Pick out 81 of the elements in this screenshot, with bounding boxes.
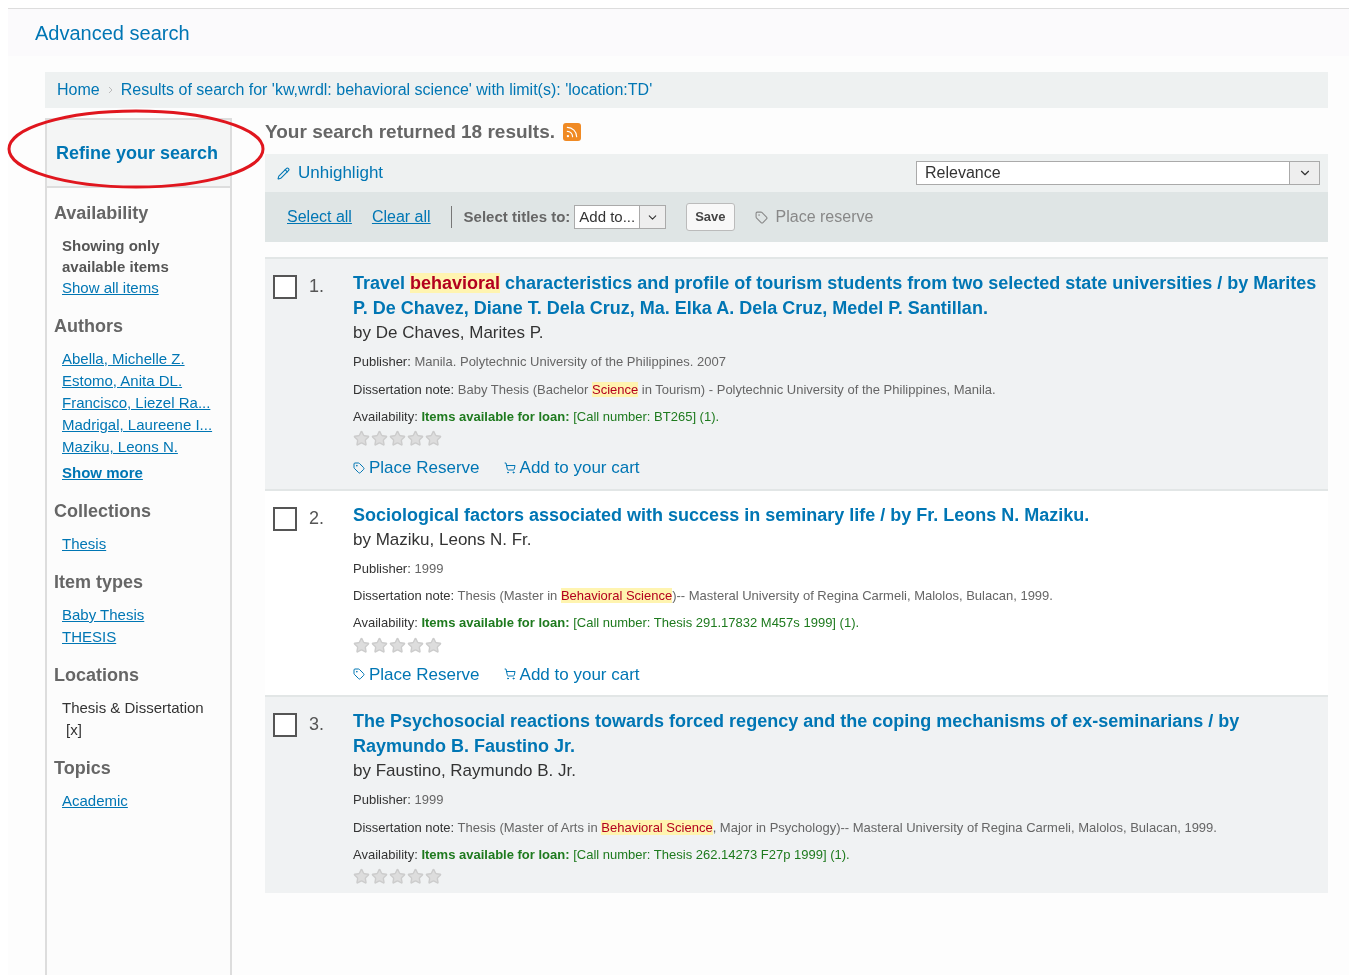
result-number: 1.: [309, 275, 325, 298]
dissertation-note: Dissertation note: Baby Thesis (Bachelor Science in Tourism) - Polytechnic University of the Philippines, Manila.: [353, 380, 997, 399]
result-author: by Faustino, Raymundo B. Jr.: [353, 760, 577, 782]
facet-link[interactable]: THESIS: [62, 626, 117, 648]
cart-icon: [503, 668, 516, 681]
breadcrumb-link[interactable]: Results of search for 'kw,wrdl: behavioral science' with limit(s): 'location:TD': [120, 78, 653, 102]
result-number: 3.: [309, 713, 325, 736]
dissertation-note: Dissertation note: Thesis (Master of Arts in Behavioral Science, Major in Psychology)-- Masteral University of Regina Carmeli, Malolos, Bulacan, 1999.: [353, 818, 1218, 837]
facet-link[interactable]: Estomo, Anita DL.: [62, 370, 183, 392]
facet-link[interactable]: Baby Thesis: [62, 604, 145, 626]
star-icon: [425, 636, 442, 654]
result-author: by Maziku, Leons N. Fr.: [353, 528, 533, 551]
results-summary: Your search returned 18 results.: [265, 119, 556, 144]
star-icon: [353, 636, 370, 654]
star-icon: [389, 430, 406, 447]
facet-heading: Availability: [54, 202, 150, 225]
star-icon: [425, 868, 442, 885]
facet-link[interactable]: Show all items: [62, 277, 159, 299]
select-titles-label: Select titles to:: [450, 205, 571, 229]
cart-icon: [503, 461, 516, 474]
star-icon: [389, 636, 406, 654]
star-icon: [407, 868, 424, 885]
add-to-cart-link[interactable]: Add to your cart: [503, 455, 640, 481]
pencil-icon: [277, 166, 290, 180]
result-author: by De Chaves, Marites P.: [353, 322, 545, 344]
clear-all-link[interactable]: Clear all: [371, 205, 431, 229]
facet-link[interactable]: Academic: [62, 790, 128, 812]
availability-line: Availability: Items available for loan: [Call number: BT265] (1).: [353, 407, 721, 426]
star-icon: [425, 430, 442, 447]
star-icon: [371, 636, 388, 654]
add-to-cart-link[interactable]: Add to your cart: [503, 661, 640, 687]
sort-select[interactable]: Relevance: [916, 161, 1320, 185]
star-icon: [407, 430, 424, 447]
star-icon: [371, 868, 388, 885]
star-icon: [353, 868, 370, 885]
facet-heading: Collections: [54, 500, 152, 523]
availability-line: Availability: Items available for loan: [Call number: Thesis 262.14273 F27p 1999] (1).: [353, 845, 851, 864]
unhighlight-link[interactable]: Unhighlight: [277, 160, 384, 186]
place-reserve-link[interactable]: Place Reserve: [353, 661, 480, 687]
result-number: 2.: [309, 506, 325, 530]
dissertation-note: Dissertation note: Thesis (Master in Behavioral Science)-- Masteral University of Regina Carmeli, Malolos, Bulacan, 1999.: [353, 587, 1054, 605]
publisher-line: Publisher: 1999: [353, 791, 445, 809]
rss-icon: [563, 123, 582, 141]
place-reserve-toolbar-link[interactable]: Place reserve: [754, 205, 874, 229]
facet-heading: Item types: [54, 571, 145, 594]
add-to-select[interactable]: Add to...: [574, 205, 667, 229]
select-all-link[interactable]: Select all: [287, 205, 352, 229]
star-icon: [407, 636, 424, 654]
remove-facet-link[interactable]: [x]: [66, 719, 82, 741]
save-button[interactable]: Save: [686, 203, 735, 231]
availability-note: Showing only available items: [62, 236, 170, 277]
availability-line: Availability: Items available for loan: [Call number: Thesis 291.17832 M457s 1999] (1).: [353, 614, 861, 632]
star-icon: [353, 430, 370, 447]
publisher-line: Publisher: 1999: [353, 559, 445, 578]
tag-icon: [353, 668, 365, 681]
star-icon: [389, 868, 406, 885]
facet-link[interactable]: Maziku, Leons N.: [62, 436, 178, 458]
facet-link[interactable]: Abella, Michelle Z.: [62, 348, 185, 370]
result-title-link[interactable]: Travel behavioral characteristics and profile of tourism students from two selected state universities / by Marites P. De Chavez, Diane T. Dela Cruz, Ma. Elka A. Dela Cruz, Medel P. Santillan.: [353, 271, 1320, 321]
sidebar-title: Refine your search: [56, 141, 219, 165]
select-checkbox[interactable]: [273, 275, 297, 299]
breadcrumb-link[interactable]: Home: [57, 78, 100, 102]
facet-link[interactable]: Madrigal, Laureene I...: [62, 414, 213, 436]
result-title-link[interactable]: The Psychosocial reactions towards forced regency and the coping mechanisms of ex-seminarians / by Raymundo B. Faustino Jr.: [353, 709, 1320, 759]
facet-heading: Locations: [54, 664, 140, 687]
selected-facet: Thesis & Dissertation: [62, 698, 204, 718]
tag-icon: [754, 210, 768, 224]
result-title-link[interactable]: Sociological factors associated with success in seminary life / by Fr. Leons N. Maziku.: [353, 502, 1320, 528]
publisher-line: Publisher: Manila. Polytechnic University of the Philippines. 2007: [353, 353, 727, 371]
chevron-right-icon: [107, 86, 113, 94]
select-checkbox[interactable]: [273, 506, 297, 531]
facet-heading: Authors: [54, 315, 124, 338]
tag-icon: [353, 461, 365, 474]
facet-link[interactable]: Francisco, Liezel Ra...: [62, 392, 211, 414]
facet-heading: Topics: [54, 757, 112, 780]
select-checkbox[interactable]: [273, 713, 297, 737]
star-icon: [371, 430, 388, 447]
facet-link[interactable]: Thesis: [62, 533, 107, 555]
show-more-link[interactable]: Show more: [62, 462, 143, 484]
place-reserve-link[interactable]: Place Reserve: [353, 455, 480, 481]
advanced-search-link[interactable]: Advanced search: [35, 17, 190, 48]
